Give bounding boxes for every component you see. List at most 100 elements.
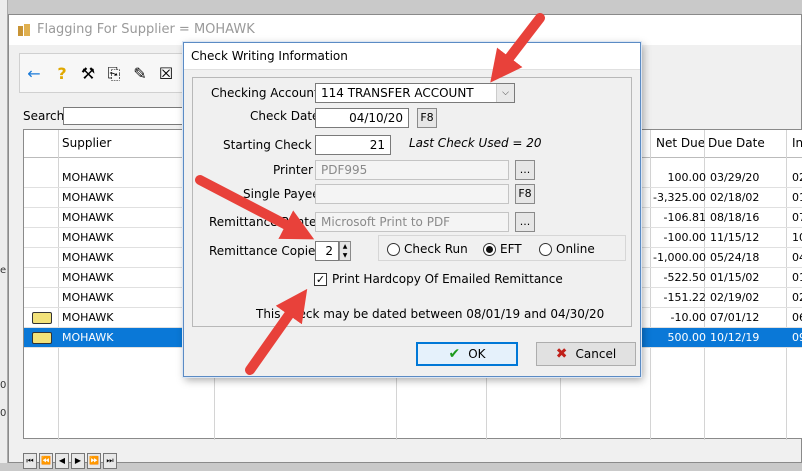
column-header-supplier[interactable]: Supplier xyxy=(62,136,111,150)
radio-eft[interactable]: EFT xyxy=(483,242,522,256)
left-fragment-0b: 0 xyxy=(0,408,7,419)
print-hardcopy-checkbox[interactable]: ✓ Print Hardcopy Of Emailed Remittance xyxy=(314,272,563,286)
window-titlebar: Flagging For Supplier = MOHAWK xyxy=(9,15,801,45)
remittance-printer-field[interactable]: Microsoft Print to PDF xyxy=(315,212,509,232)
left-fragment-0a: 0 xyxy=(0,380,7,391)
radio-online-dot[interactable] xyxy=(539,242,552,256)
radio-eft-dot[interactable] xyxy=(483,242,496,256)
cell-inv: 02 xyxy=(792,291,802,304)
left-fragment-e: e xyxy=(0,265,7,276)
cell-inv: 10 xyxy=(792,231,802,244)
cell-due-date: 11/15/12 xyxy=(710,231,760,244)
cell-due-date: 07/01/12 xyxy=(710,311,760,324)
single-payee-f8-button[interactable]: F8 xyxy=(515,184,535,204)
note-icon[interactable] xyxy=(32,312,52,324)
cell-net-due: -1,000.00 xyxy=(653,251,706,264)
cancel-button[interactable]: ✖ Cancel xyxy=(536,342,636,366)
cell-supplier: MOHAWK xyxy=(62,271,114,284)
cell-due-date: 01/15/02 xyxy=(710,271,760,284)
remittance-copies-field[interactable]: 2 xyxy=(315,241,339,261)
radio-online[interactable]: Online xyxy=(539,242,595,256)
cell-net-due: -106.81 xyxy=(663,211,706,224)
column-header-due-date[interactable]: Due Date xyxy=(708,136,765,150)
cell-inv: 01 xyxy=(792,271,802,284)
remittance-printer-browse-button[interactable]: ... xyxy=(515,212,535,232)
cell-net-due: -3,325.00 xyxy=(653,191,706,204)
cell-supplier: MOHAWK xyxy=(62,211,114,224)
back-arrow-icon[interactable]: ← xyxy=(24,64,44,84)
cell-net-due: -100.00 xyxy=(663,231,706,244)
search-input[interactable] xyxy=(63,107,183,125)
remittance-copies-spinner[interactable]: ▲ ▼ xyxy=(339,241,351,261)
starting-check-field[interactable]: 21 xyxy=(315,135,391,155)
cell-net-due: -522.50 xyxy=(663,271,706,284)
ok-button[interactable]: ✔ OK xyxy=(416,342,518,366)
next-record-icon[interactable]: ▶ xyxy=(71,453,85,469)
checking-account-combobox[interactable]: 114 TRANSFER ACCOUNT ⌵ xyxy=(315,83,515,103)
search-label: Search xyxy=(23,109,65,123)
cell-supplier: MOHAWK xyxy=(62,331,114,344)
payment-method-group: Check Run EFT Online xyxy=(378,235,626,261)
column-header-net-due[interactable]: Net Due xyxy=(656,136,705,150)
cell-supplier: MOHAWK xyxy=(62,191,114,204)
left-window-strip: e 0 0 xyxy=(0,0,8,463)
dialog-titlebar: Check Writing Information xyxy=(184,43,640,70)
last-record-icon[interactable]: ⏭ xyxy=(103,453,117,469)
dialog-title: Check Writing Information xyxy=(191,49,348,63)
column-header-inv[interactable]: Inv xyxy=(792,136,802,150)
toolbar: ← ? ⚒ ⎘ ✎ ☒ xyxy=(19,53,199,93)
cancel-button-content: ✖ Cancel xyxy=(537,343,635,365)
remittance-printer-label: Remittance Printer xyxy=(209,215,322,229)
edit-doc-icon[interactable]: ✎ xyxy=(130,64,150,84)
checking-account-label: Checking Account xyxy=(211,86,319,100)
radio-online-label: Online xyxy=(556,242,595,256)
cell-due-date: 05/24/18 xyxy=(710,251,760,264)
check-date-f8-button[interactable]: F8 xyxy=(417,108,437,128)
note-icon[interactable] xyxy=(32,332,52,344)
cell-supplier: MOHAWK xyxy=(62,291,114,304)
cell-inv: 09 xyxy=(792,331,802,344)
cell-due-date: 02/19/02 xyxy=(710,291,760,304)
delete-doc-icon[interactable]: ☒ xyxy=(156,64,176,84)
radio-eft-label: EFT xyxy=(500,242,522,256)
cell-due-date: 03/29/20 xyxy=(710,171,760,184)
new-doc-icon[interactable]: ⎘ xyxy=(104,64,124,84)
checkmark-icon: ✔ xyxy=(448,346,461,362)
help-icon[interactable]: ? xyxy=(52,64,72,84)
window-title: Flagging For Supplier = MOHAWK xyxy=(37,22,255,37)
close-icon: ✖ xyxy=(555,346,568,362)
cell-inv: 07 xyxy=(792,211,802,224)
remittance-copies-label: Remittance Copies xyxy=(209,244,322,258)
radio-check-run[interactable]: Check Run xyxy=(387,242,468,256)
chevron-down-icon[interactable]: ⌵ xyxy=(496,84,514,102)
check-date-field[interactable]: 04/10/20 xyxy=(315,108,409,128)
checking-account-value: 114 TRANSFER ACCOUNT xyxy=(321,86,474,100)
check-writing-dialog: Check Writing Information Checking Accou… xyxy=(183,42,641,377)
date-range-note: This check may be dated between 08/01/19… xyxy=(256,307,605,321)
prev-page-icon[interactable]: ⏪ xyxy=(39,453,53,469)
prev-record-icon[interactable]: ◀ xyxy=(55,453,69,469)
radio-check-run-dot[interactable] xyxy=(387,242,400,256)
single-payee-field[interactable] xyxy=(315,184,509,204)
print-hardcopy-label: Print Hardcopy Of Emailed Remittance xyxy=(332,272,563,286)
cell-due-date: 08/18/16 xyxy=(710,211,760,224)
first-record-icon[interactable]: ⏮ xyxy=(23,453,37,469)
cell-inv: 06 xyxy=(792,311,802,324)
dialog-form-frame: Checking Account 114 TRANSFER ACCOUNT ⌵ … xyxy=(192,77,632,327)
printer-browse-button[interactable]: ... xyxy=(515,160,535,180)
cell-supplier: MOHAWK xyxy=(62,231,114,244)
printer-field[interactable]: PDF995 xyxy=(315,160,509,180)
printer-label: Printer xyxy=(273,163,313,177)
cell-net-due: 500.00 xyxy=(667,331,707,344)
single-payee-label: Single Payee xyxy=(243,187,320,201)
checkmark-icon[interactable]: ✓ xyxy=(314,272,327,286)
ok-button-content: ✔ OK xyxy=(417,343,517,365)
cell-supplier: MOHAWK xyxy=(62,251,114,264)
next-page-icon[interactable]: ⏩ xyxy=(87,453,101,469)
last-check-used-text: Last Check Used = 20 xyxy=(409,136,542,150)
cell-inv: 01 xyxy=(792,191,802,204)
check-date-label: Check Date xyxy=(250,109,320,123)
cell-supplier: MOHAWK xyxy=(62,311,114,324)
tools-icon[interactable]: ⚒ xyxy=(78,64,98,84)
cell-due-date: 02/18/02 xyxy=(710,191,760,204)
